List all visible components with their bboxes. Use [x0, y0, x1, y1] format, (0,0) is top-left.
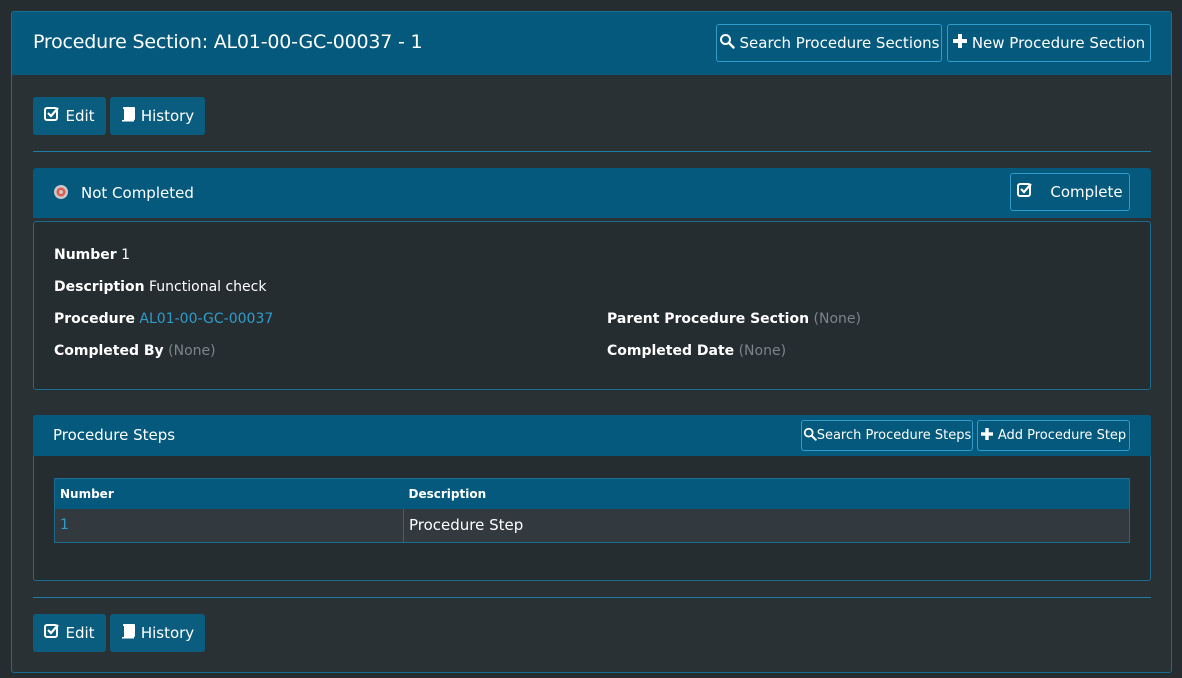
column-header-number[interactable]: Number — [54, 478, 404, 509]
details-body: Number 1 Description Functional check Pr… — [33, 221, 1151, 390]
search-procedure-steps-button[interactable]: Search Procedure Steps — [801, 420, 973, 451]
edit-button-bottom[interactable]: Edit — [33, 614, 106, 652]
procedure-field: Procedure AL01-00-GC-00037 — [54, 311, 273, 327]
search-icon — [719, 33, 740, 53]
edit-label: Edit — [65, 107, 95, 125]
history-label: History — [140, 624, 195, 642]
description-label: Description — [54, 279, 145, 295]
edit-icon — [44, 106, 65, 126]
check-square-icon — [1017, 182, 1038, 202]
plus-icon — [980, 427, 998, 444]
steps-body: Procedure Steps Search Procedure Steps A… — [33, 415, 1151, 581]
page-title: Procedure Section: AL01-00-GC-00037 - 1 — [33, 31, 423, 53]
plus-icon — [952, 34, 972, 52]
number-label: Number — [54, 247, 117, 263]
complete-label: Complete — [1050, 183, 1123, 201]
completed-by-field: Completed By (None) — [54, 343, 216, 359]
search-procedure-sections-button[interactable]: Search Procedure Sections — [716, 24, 942, 62]
steps-title: Procedure Steps — [53, 426, 176, 444]
steps-header: Procedure Steps Search Procedure Steps A… — [33, 415, 1151, 456]
new-procedure-section-button[interactable]: New Procedure Section — [947, 24, 1151, 62]
table-header-row: Number Description — [54, 478, 1130, 509]
number-value: 1 — [121, 247, 131, 263]
book-icon — [121, 623, 141, 643]
page-header: Procedure Section: AL01-00-GC-00037 - 1 … — [12, 12, 1171, 75]
completed-by-value: (None) — [168, 343, 216, 359]
procedure-label: Procedure — [54, 311, 135, 327]
search-procedure-sections-label: Search Procedure Sections — [739, 34, 940, 52]
search-icon — [803, 427, 817, 445]
description-value: Functional check — [149, 279, 267, 295]
description-field: Description Functional check — [54, 279, 266, 295]
completed-date-value: (None) — [738, 343, 787, 359]
history-button-bottom[interactable]: History — [110, 614, 205, 652]
parent-section-label: Parent Procedure Section — [607, 311, 810, 327]
completed-by-label: Completed By — [54, 343, 164, 359]
history-button-top[interactable]: History — [110, 97, 205, 135]
not-completed-icon — [53, 184, 69, 204]
status-header: Not Completed Complete — [33, 168, 1151, 218]
add-procedure-step-button[interactable]: Add Procedure Step — [977, 420, 1130, 451]
history-label: History — [140, 107, 195, 125]
procedure-section-panel: Procedure Section: AL01-00-GC-00037 - 1 … — [11, 11, 1172, 673]
status-label: Not Completed — [81, 184, 194, 202]
edit-icon — [44, 623, 65, 643]
completed-date-label: Completed Date — [607, 343, 735, 359]
row-description: Procedure Step — [403, 508, 1130, 543]
procedure-steps-table: Number Description 1 Procedure Step — [54, 478, 1130, 543]
parent-section-value: (None) — [813, 311, 861, 327]
parent-section-field: Parent Procedure Section (None) — [607, 311, 861, 327]
column-header-description[interactable]: Description — [403, 478, 1130, 509]
book-icon — [121, 106, 141, 126]
number-field: Number 1 — [54, 247, 130, 263]
table-row[interactable]: 1 Procedure Step — [54, 508, 1130, 543]
edit-button-top[interactable]: Edit — [33, 97, 106, 135]
divider-top — [33, 151, 1151, 152]
completed-date-field: Completed Date (None) — [607, 343, 786, 359]
add-procedure-step-label: Add Procedure Step — [997, 428, 1127, 443]
procedure-link[interactable]: AL01-00-GC-00037 — [139, 311, 273, 327]
complete-button[interactable]: Complete — [1010, 173, 1130, 211]
row-number-link[interactable]: 1 — [54, 508, 404, 543]
search-procedure-steps-label: Search Procedure Steps — [816, 428, 972, 443]
new-procedure-section-label: New Procedure Section — [971, 34, 1146, 52]
divider-bottom — [33, 597, 1151, 598]
edit-label: Edit — [65, 624, 95, 642]
